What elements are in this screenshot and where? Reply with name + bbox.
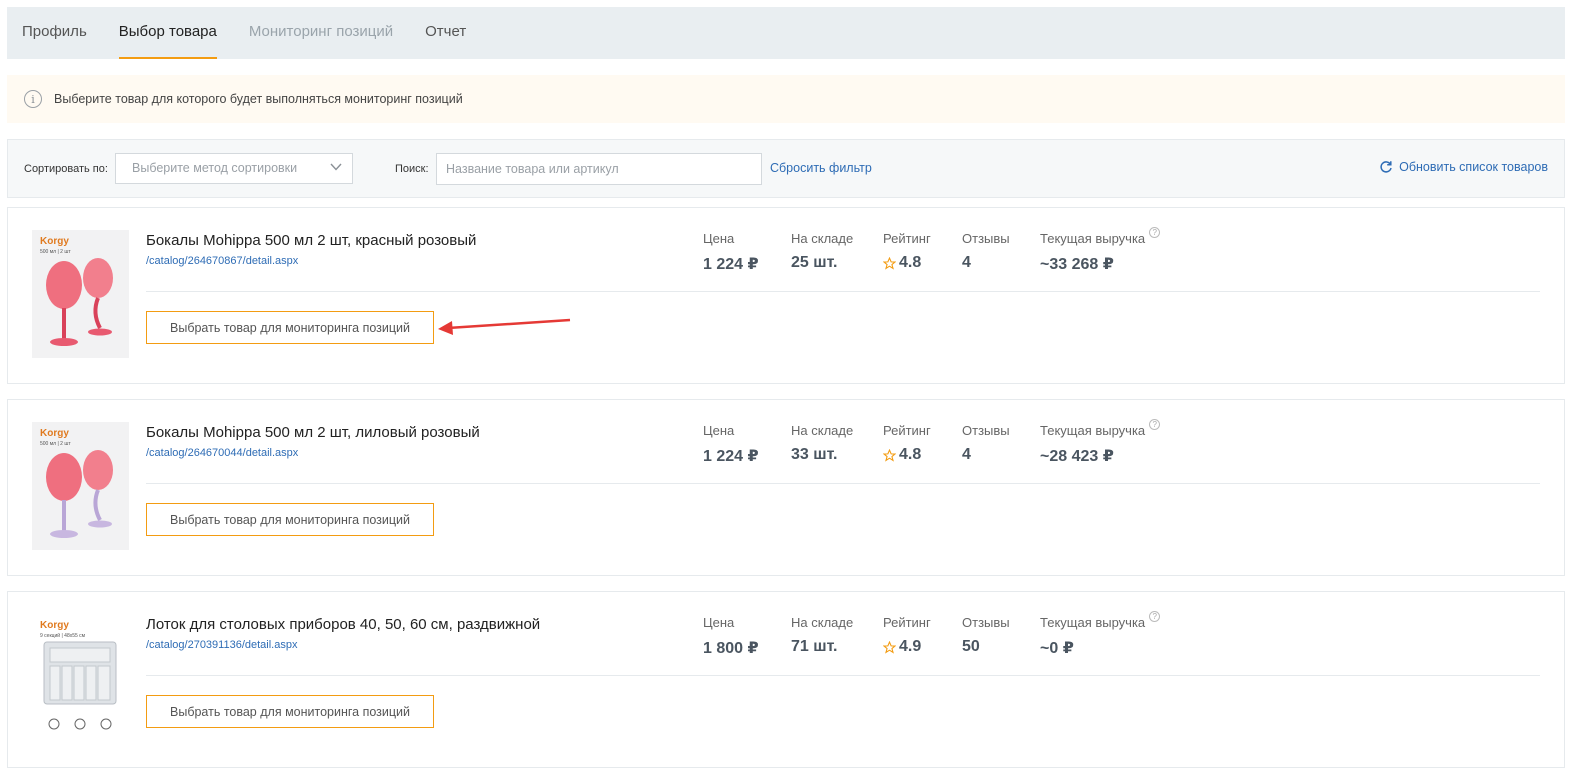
sort-select[interactable]: Выберите метод сортировки [115, 153, 353, 184]
tab-report[interactable]: Отчет [410, 7, 481, 59]
price-value: 1 224 ₽ [703, 256, 759, 273]
price-label: Цена [703, 615, 735, 630]
brand-subtitle: 500 мл | 2 шт [40, 441, 71, 447]
revenue-label: Текущая выручка [1040, 231, 1146, 246]
revenue-value: ~0 ₽ [1040, 640, 1074, 657]
sort-label: Сортировать по: [24, 163, 108, 175]
tab-bar: Профиль Выбор товара Мониторинг позиций … [7, 7, 1565, 59]
product-card: Korgy 500 мл | 2 шт Бокалы Mohippa 500 м… [7, 399, 1565, 576]
tab-product-selection[interactable]: Выбор товара [104, 7, 232, 59]
product-card: Korgy 500 мл | 2 шт Бокалы Mohippa 500 м… [7, 207, 1565, 384]
select-for-monitoring-button[interactable]: Выбрать товар для мониторинга позиций [146, 311, 434, 344]
select-for-monitoring-button[interactable]: Выбрать товар для мониторинга позиций [146, 695, 434, 728]
star-icon [883, 448, 896, 462]
annotation-arrow-icon [438, 318, 571, 335]
reviews-label: Отзывы [962, 231, 1010, 246]
stock-label: На складе [791, 615, 854, 630]
price-value: 1 224 ₽ [703, 448, 759, 465]
reviews-value: 4 [962, 254, 971, 271]
price-label: Цена [703, 423, 735, 438]
stock-value: 33 шт. [791, 446, 838, 463]
stock-value: 71 шт. [791, 638, 838, 655]
revenue-value: ~33 268 ₽ [1040, 256, 1114, 273]
product-url-link[interactable]: /catalog/270391136/detail.aspx [146, 639, 297, 651]
rating-label: Рейтинг [883, 615, 931, 630]
star-icon [883, 640, 896, 654]
product-title: Бокалы Mohippa 500 мл 2 шт, лиловый розо… [146, 424, 480, 441]
brand-logo: Korgy [40, 236, 69, 247]
brand-subtitle: 9 секций | 48x55 см [40, 633, 86, 639]
divider [146, 675, 1540, 676]
price-stat: Цена 1 224 ₽ [703, 231, 759, 274]
refresh-label: Обновить список товаров [1399, 160, 1548, 174]
product-image: Korgy 500 мл | 2 шт [32, 422, 129, 550]
product-url-link[interactable]: /catalog/264670044/detail.aspx [146, 447, 298, 459]
revenue-value: ~28 423 ₽ [1040, 448, 1114, 465]
refresh-products-button[interactable]: Обновить список товаров [1379, 160, 1548, 174]
stock-stat: На складе 25 шт. [791, 231, 853, 272]
product-image: Korgy 500 мл | 2 шт [32, 230, 129, 358]
reviews-stat: Отзывы 4 [962, 231, 1010, 272]
reviews-label: Отзывы [962, 615, 1010, 630]
reviews-value: 4 [962, 446, 971, 463]
revenue-stat: Текущая выручка? ~33 268 ₽ [1040, 227, 1161, 274]
product-url-link[interactable]: /catalog/264670867/detail.aspx [146, 255, 298, 267]
rating-value: 4.8 [899, 254, 922, 271]
price-stat: Цена 1 224 ₽ [703, 423, 759, 466]
search-label: Поиск: [395, 163, 429, 175]
info-icon: i [24, 90, 42, 108]
help-icon[interactable]: ? [1149, 611, 1161, 622]
rating-stat: Рейтинг 4.8 [883, 231, 931, 272]
refresh-icon [1380, 161, 1392, 173]
star-icon [883, 256, 896, 270]
product-image: Korgy 9 секций | 48x55 см [32, 614, 129, 742]
product-title: Лоток для столовых приборов 40, 50, 60 с… [146, 616, 541, 633]
rating-label: Рейтинг [883, 231, 931, 246]
rating-value: 4.8 [899, 446, 922, 463]
tab-profile[interactable]: Профиль [7, 7, 102, 59]
tab-position-monitoring[interactable]: Мониторинг позиций [234, 7, 408, 59]
revenue-stat: Текущая выручка? ~28 423 ₽ [1040, 419, 1161, 466]
rating-label: Рейтинг [883, 423, 931, 438]
rating-value: 4.9 [899, 638, 922, 655]
price-stat: Цена 1 800 ₽ [703, 615, 759, 658]
stock-stat: На складе 71 шт. [791, 615, 853, 656]
price-label: Цена [703, 231, 735, 246]
search-input[interactable] [436, 153, 762, 185]
brand-logo: Korgy [40, 428, 69, 439]
brand-subtitle: 500 мл | 2 шт [40, 249, 71, 255]
help-icon[interactable]: ? [1149, 227, 1161, 238]
revenue-stat: Текущая выручка? ~0 ₽ [1040, 611, 1161, 658]
sort-select-value: Выберите метод сортировки [132, 161, 298, 175]
revenue-label: Текущая выручка [1040, 423, 1146, 438]
reviews-label: Отзывы [962, 423, 1010, 438]
stock-stat: На складе 33 шт. [791, 423, 853, 464]
reviews-value: 50 [962, 638, 980, 655]
rating-stat: Рейтинг 4.8 [883, 423, 931, 464]
notice-text: Выберите товар для которого будет выполн… [54, 92, 463, 106]
reviews-stat: Отзывы 50 [962, 615, 1010, 656]
brand-logo: Korgy [40, 620, 69, 631]
price-value: 1 800 ₽ [703, 640, 759, 657]
revenue-label: Текущая выручка [1040, 615, 1146, 630]
stock-label: На складе [791, 423, 854, 438]
filter-bar: Сортировать по: Выберите метод сортировк… [7, 139, 1565, 198]
select-for-monitoring-button[interactable]: Выбрать товар для мониторинга позиций [146, 503, 434, 536]
chevron-down-icon [330, 163, 342, 171]
rating-stat: Рейтинг 4.9 [883, 615, 931, 656]
product-title: Бокалы Mohippa 500 мл 2 шт, красный розо… [146, 232, 477, 249]
stock-label: На складе [791, 231, 854, 246]
reset-filter-link[interactable]: Сбросить фильтр [770, 161, 872, 175]
divider [146, 291, 1540, 292]
stock-value: 25 шт. [791, 254, 838, 271]
product-card: Korgy 9 секций | 48x55 см Лоток для стол… [7, 591, 1565, 768]
reviews-stat: Отзывы 4 [962, 423, 1010, 464]
divider [146, 483, 1540, 484]
info-notice: i Выберите товар для которого будет выпо… [7, 75, 1565, 123]
help-icon[interactable]: ? [1149, 419, 1161, 430]
